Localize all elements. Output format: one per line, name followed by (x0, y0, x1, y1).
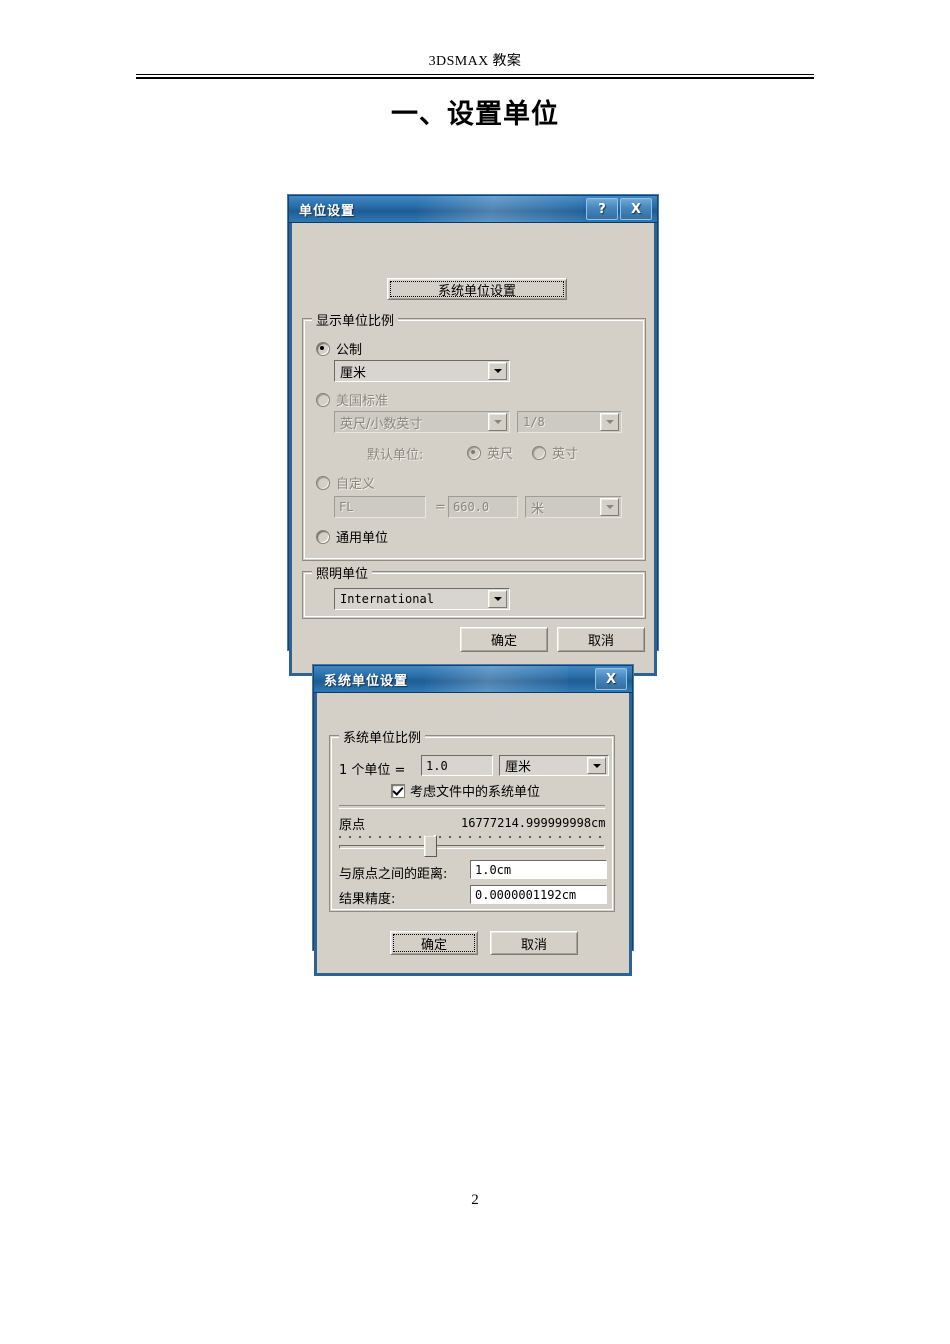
accuracy-value-field: 0.0000001192cm (470, 885, 607, 904)
radio-feet[interactable]: 英尺 (467, 443, 513, 462)
one-unit-label: 1 个单位 = (339, 763, 406, 778)
radio-generic-units-dot (316, 529, 330, 544)
custom-unit-base-value: 米 (531, 501, 545, 517)
cancel-button[interactable]: 取消 (490, 931, 578, 955)
radio-feet-dot (467, 445, 481, 460)
units-dialog-title: 单位设置 (299, 204, 356, 219)
radio-custom-label: 自定义 (336, 477, 376, 492)
us-fraction-combo[interactable]: 1/8 (517, 411, 622, 433)
accuracy-label: 结果精度: (339, 892, 396, 907)
page-number: 2 (471, 1192, 479, 1208)
respect-file-units-label: 考虑文件中的系统单位 (410, 785, 541, 800)
system-units-dialog-title: 系统单位设置 (324, 674, 409, 689)
origin-value: 16777214.999999998cm (461, 816, 606, 830)
radio-us-standard-dot (316, 392, 330, 407)
radio-us-standard[interactable]: 美国标准 (316, 390, 388, 409)
units-dialog-titlebar[interactable]: 单位设置 ? X (289, 196, 657, 223)
us-format-value: 英尺/小数英寸 (340, 416, 423, 432)
custom-unit-base-combo[interactable]: 米 (525, 496, 622, 518)
units-dialog-body: 系统单位设置 显示单位比例 公制 厘米 美国标准 英尺/小数英寸 1/8 默认单… (292, 223, 654, 652)
radio-inches-label: 英寸 (552, 447, 579, 462)
ok-button[interactable]: 确定 (390, 931, 478, 955)
custom-unit-name-input[interactable]: FL (334, 496, 426, 518)
help-button[interactable]: ? (586, 198, 618, 220)
group-divider (339, 805, 605, 809)
radio-inches-dot (532, 445, 546, 460)
us-fraction-value: 1/8 (523, 415, 545, 429)
custom-equals-label: = (435, 500, 446, 515)
chevron-down-icon[interactable] (488, 413, 507, 431)
scale-unit-value: 厘米 (505, 760, 532, 775)
system-units-dialog-frame: 系统单位比例 1 个单位 = 1.0 厘米 考虑文件中的系统单位 原点 1677… (314, 693, 632, 976)
origin-slider-ticks (339, 834, 605, 840)
origin-label: 原点 (339, 818, 366, 833)
system-units-dialog-body: 系统单位比例 1 个单位 = 1.0 厘米 考虑文件中的系统单位 原点 1677… (317, 693, 629, 955)
lighting-units-combo[interactable]: International (334, 588, 510, 610)
chevron-down-icon[interactable] (488, 362, 507, 380)
radio-metric[interactable]: 公制 (316, 339, 362, 358)
lighting-units-value: International (340, 592, 434, 606)
metric-unit-value: 厘米 (340, 365, 367, 381)
page-header: 3DSMAX 教案 (136, 50, 814, 70)
chevron-down-icon[interactable] (600, 498, 619, 516)
origin-slider-thumb[interactable] (424, 831, 437, 857)
system-unit-setup-button[interactable]: 系统单位设置 (387, 278, 567, 300)
radio-feet-label: 英尺 (487, 447, 514, 462)
distance-label: 与原点之间的距离: (339, 867, 448, 882)
chevron-down-icon[interactable] (587, 757, 606, 774)
radio-custom[interactable]: 自定义 (316, 473, 375, 492)
us-format-combo[interactable]: 英尺/小数英寸 (334, 411, 510, 433)
origin-slider[interactable] (339, 831, 605, 857)
chevron-down-icon[interactable] (488, 590, 507, 608)
header-rule-thin (136, 74, 814, 75)
respect-file-units-checkbox[interactable]: 考虑文件中的系统单位 (391, 781, 540, 800)
units-dialog-frame: 系统单位设置 显示单位比例 公制 厘米 美国标准 英尺/小数英寸 1/8 默认单… (289, 223, 657, 676)
close-icon[interactable]: X (595, 668, 627, 690)
ok-button[interactable]: 确定 (460, 627, 548, 652)
custom-unit-amount-input[interactable]: 660.0 (448, 496, 518, 518)
page-title: 一、设置单位 (391, 99, 559, 130)
system-unit-scale-label: 系统单位比例 (339, 727, 426, 746)
header-rule-thick (136, 77, 814, 79)
units-dialog-titlebar-buttons: ? X (586, 198, 652, 220)
radio-custom-dot (316, 475, 330, 490)
close-icon[interactable]: X (620, 198, 652, 220)
scale-unit-combo[interactable]: 厘米 (499, 755, 609, 776)
origin-slider-track[interactable] (339, 845, 605, 849)
radio-us-standard-label: 美国标准 (336, 394, 389, 409)
radio-generic-units-label: 通用单位 (336, 531, 389, 546)
radio-metric-label: 公制 (336, 343, 363, 358)
scale-value-input[interactable]: 1.0 (421, 755, 493, 776)
default-units-label: 默认单位: (367, 448, 424, 463)
lighting-units-label: 照明单位 (312, 563, 373, 582)
metric-unit-combo[interactable]: 厘米 (334, 360, 510, 382)
chevron-down-icon[interactable] (600, 413, 619, 431)
display-unit-scale-label: 显示单位比例 (312, 310, 399, 329)
radio-inches[interactable]: 英寸 (532, 443, 578, 462)
header-title: 3DSMAX 教案 (428, 54, 522, 69)
distance-value-field: 1.0cm (470, 860, 607, 879)
radio-generic-units[interactable]: 通用单位 (316, 527, 388, 546)
radio-metric-dot (316, 341, 330, 356)
system-units-titlebar-buttons: X (595, 668, 627, 690)
system-units-dialog-titlebar[interactable]: 系统单位设置 X (314, 666, 632, 693)
checkbox-box (391, 783, 405, 798)
units-setup-dialog: 单位设置 ? X 系统单位设置 显示单位比例 公制 厘米 美国标准 英尺/小数英… (288, 195, 658, 676)
system-units-setup-dialog: 系统单位设置 X 系统单位比例 1 个单位 = 1.0 厘米 考虑文件中的系统单… (313, 665, 633, 976)
cancel-button[interactable]: 取消 (557, 627, 645, 652)
